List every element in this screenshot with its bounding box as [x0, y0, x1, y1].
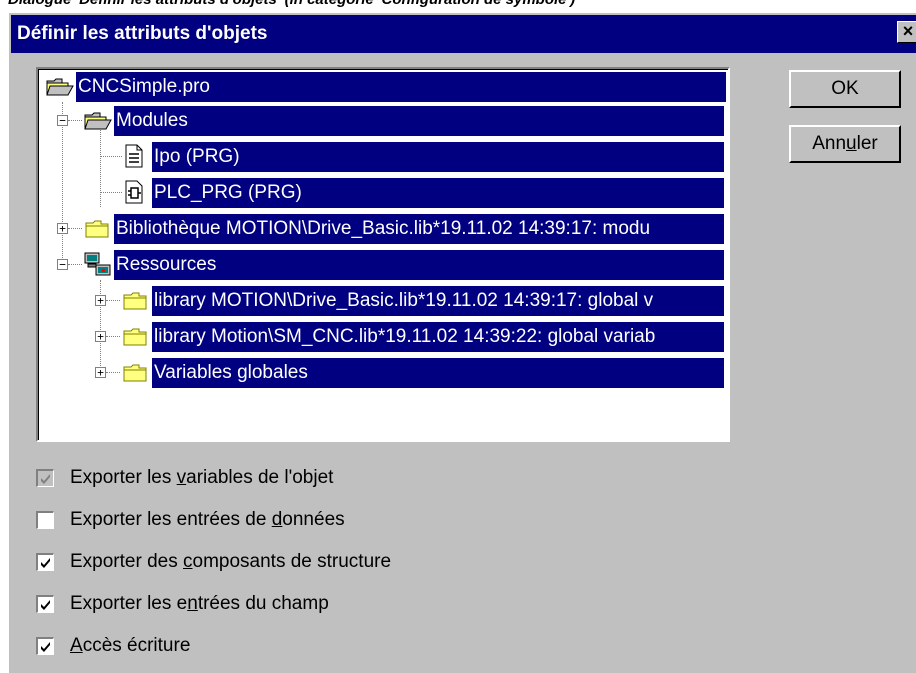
- function-block-icon: [125, 180, 143, 204]
- dialog-title: Définir les attributs d'objets: [17, 23, 268, 44]
- tree-node-label: Variables globales: [152, 358, 724, 388]
- checkmark-icon: [41, 558, 50, 568]
- checkbox-label: Exporter les variables de l'objet: [70, 467, 334, 488]
- object-tree[interactable]: − + − + + + CNCSimple.pro Modules Ipo (P…: [36, 67, 730, 442]
- checkbox-box[interactable]: [36, 469, 54, 487]
- tree-node-ipo[interactable]: Ipo (PRG): [122, 140, 724, 174]
- close-button[interactable]: ×: [897, 21, 916, 43]
- checkbox-label: Exporter des composants de structure: [70, 551, 392, 572]
- tree-node-label: CNCSimple.pro: [76, 72, 726, 102]
- tree-connector: [106, 336, 120, 337]
- ok-button[interactable]: OK: [789, 70, 901, 108]
- tree-node-label: Bibliothèque MOTION\Drive_Basic.lib*19.1…: [114, 214, 724, 244]
- tree-node-res-lib1[interactable]: library MOTION\Drive_Basic.lib*19.11.02 …: [122, 284, 724, 318]
- checkbox-box[interactable]: [36, 637, 54, 655]
- tree-node-label: PLC_PRG (PRG): [152, 178, 724, 208]
- tree-node-globals[interactable]: Variables globales: [122, 356, 724, 390]
- checkbox-box[interactable]: [36, 595, 54, 613]
- tree-node-library[interactable]: Bibliothèque MOTION\Drive_Basic.lib*19.1…: [84, 212, 724, 246]
- ok-button-label: OK: [831, 78, 859, 99]
- expand-library-button[interactable]: +: [57, 223, 68, 234]
- open-folder-icon: [84, 112, 112, 130]
- folder-icon: [123, 328, 147, 346]
- title-bar: Définir les attributs d'objets ×: [11, 15, 916, 53]
- cancel-button-label: Annuler: [812, 133, 878, 154]
- checkbox-box[interactable]: [36, 553, 54, 571]
- tree-node-modules[interactable]: Modules: [84, 104, 724, 138]
- tree-connector: [100, 156, 122, 157]
- expand-globals-button[interactable]: +: [95, 367, 106, 378]
- tree-connector: [106, 372, 120, 373]
- figure-caption: Dialogue 'Définir les attributs d'objets…: [8, 0, 575, 8]
- collapse-modules-button[interactable]: −: [57, 115, 68, 126]
- folder-icon: [123, 292, 147, 310]
- tree-node-res-lib2[interactable]: library Motion\SM_CNC.lib*19.11.02 14:39…: [122, 320, 724, 354]
- tree-node-resources[interactable]: Ressources: [84, 248, 724, 282]
- resources-icon: [84, 252, 111, 276]
- tree-node-label: Ressources: [114, 250, 724, 280]
- tree-node-root[interactable]: CNCSimple.pro: [46, 70, 726, 104]
- folder-icon: [123, 364, 147, 382]
- checkbox-label: Exporter les entrées de données: [70, 509, 345, 530]
- tree-node-plc-prg[interactable]: PLC_PRG (PRG): [122, 176, 724, 210]
- cancel-button[interactable]: Annuler: [789, 125, 901, 163]
- tree-connector: [106, 300, 120, 301]
- document-icon: [125, 144, 143, 168]
- folder-icon: [85, 220, 109, 238]
- expand-res-lib1-button[interactable]: +: [95, 295, 106, 306]
- checkmark-icon: [41, 600, 50, 610]
- close-icon: ×: [902, 21, 914, 41]
- tree-connector: [68, 228, 82, 229]
- tree-connector: [62, 102, 63, 270]
- checkbox-label: Accès écriture: [70, 635, 191, 656]
- tree-node-label: library Motion\SM_CNC.lib*19.11.02 14:39…: [152, 322, 724, 352]
- tree-node-label: Modules: [114, 106, 724, 136]
- checkbox-label: Exporter les entrées du champ: [70, 593, 329, 614]
- dialog-window: Définir les attributs d'objets × − + − +…: [8, 12, 916, 673]
- tree-connector: [100, 192, 122, 193]
- tree-connector: [100, 130, 101, 207]
- checkmark-icon: [41, 474, 50, 484]
- tree-connector: [68, 264, 82, 265]
- checkmark-icon: [41, 642, 50, 652]
- tree-node-label: library MOTION\Drive_Basic.lib*19.11.02 …: [152, 286, 724, 316]
- collapse-resources-button[interactable]: −: [57, 259, 68, 270]
- open-folder-icon: [46, 78, 74, 96]
- tree-connector: [68, 120, 82, 121]
- tree-node-label: Ipo (PRG): [152, 142, 724, 172]
- checkbox-box[interactable]: [36, 511, 54, 529]
- expand-res-lib2-button[interactable]: +: [95, 331, 106, 342]
- tree-view-area: − + − + + + CNCSimple.pro Modules Ipo (P…: [38, 69, 728, 440]
